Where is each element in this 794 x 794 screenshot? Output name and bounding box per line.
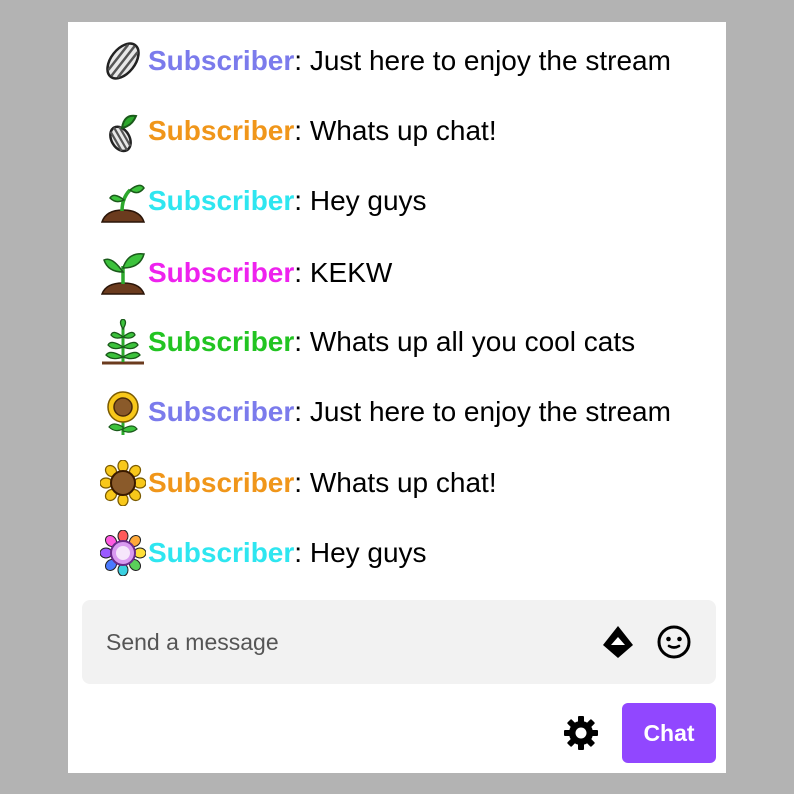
sprouting-seed-badge-icon[interactable] [100,108,146,154]
chat-message-text: Hey guys [302,537,427,568]
seedling-badge-icon[interactable] [100,178,146,224]
chat-message-text: Whats up chat! [302,467,497,498]
gear-icon[interactable] [562,714,600,752]
chat-message: Subscriber: Whats up chat! [100,458,497,508]
chat-send-button[interactable]: Chat [622,703,716,763]
chat-separator: : [294,326,303,357]
chat-input-box[interactable]: Send a message [82,600,716,684]
chat-separator: : [294,45,303,76]
chat-username[interactable]: Subscriber [148,326,294,358]
chat-message-text: Just here to enjoy the stream [302,396,671,427]
chat-message: Subscriber: Whats up all you cool cats [100,317,635,367]
chat-username[interactable]: Subscriber [148,115,294,147]
chat-separator: : [294,467,303,498]
chat-input-placeholder[interactable]: Send a message [106,600,279,684]
chat-message: Subscriber: Hey guys [100,176,427,226]
chat-separator: : [294,537,303,568]
chat-message-text: Just here to enjoy the stream [302,45,671,76]
chat-message: Subscriber: KEKW [100,248,392,298]
chat-message: Subscriber: Whats up chat! [100,106,497,156]
chat-message: Subscriber: Just here to enjoy the strea… [100,387,671,437]
chat-username[interactable]: Subscriber [148,467,294,499]
sunflower-seed-badge-icon[interactable] [100,38,146,84]
chat-message-text: Whats up all you cool cats [302,326,636,357]
chat-username[interactable]: Subscriber [148,396,294,428]
chat-username[interactable]: Subscriber [148,257,294,289]
chat-message-text: Hey guys [302,185,427,216]
chat-separator: : [294,257,303,288]
chat-username[interactable]: Subscriber [148,185,294,217]
leafy-plant-badge-icon[interactable] [100,319,146,365]
sunflower-badge-icon[interactable] [100,460,146,506]
chat-message-text: Whats up chat! [302,115,497,146]
chat-separator: : [294,115,303,146]
chat-username[interactable]: Subscriber [148,537,294,569]
chat-message: Subscriber: Just here to enjoy the strea… [100,36,671,86]
chat-separator: : [294,396,303,427]
chat-panel: Subscriber: Just here to enjoy the strea… [68,22,726,773]
smiley-face-icon[interactable] [656,624,692,660]
chat-separator: : [294,185,303,216]
young-plant-badge-icon[interactable] [100,250,146,296]
chat-message: Subscriber: Hey guys [100,528,427,578]
sunflower-bud-badge-icon[interactable] [100,389,146,435]
chat-message-text: KEKW [302,257,393,288]
bits-diamond-icon[interactable] [600,624,636,660]
chat-username[interactable]: Subscriber [148,45,294,77]
rainbow-flower-badge-icon[interactable] [100,530,146,576]
